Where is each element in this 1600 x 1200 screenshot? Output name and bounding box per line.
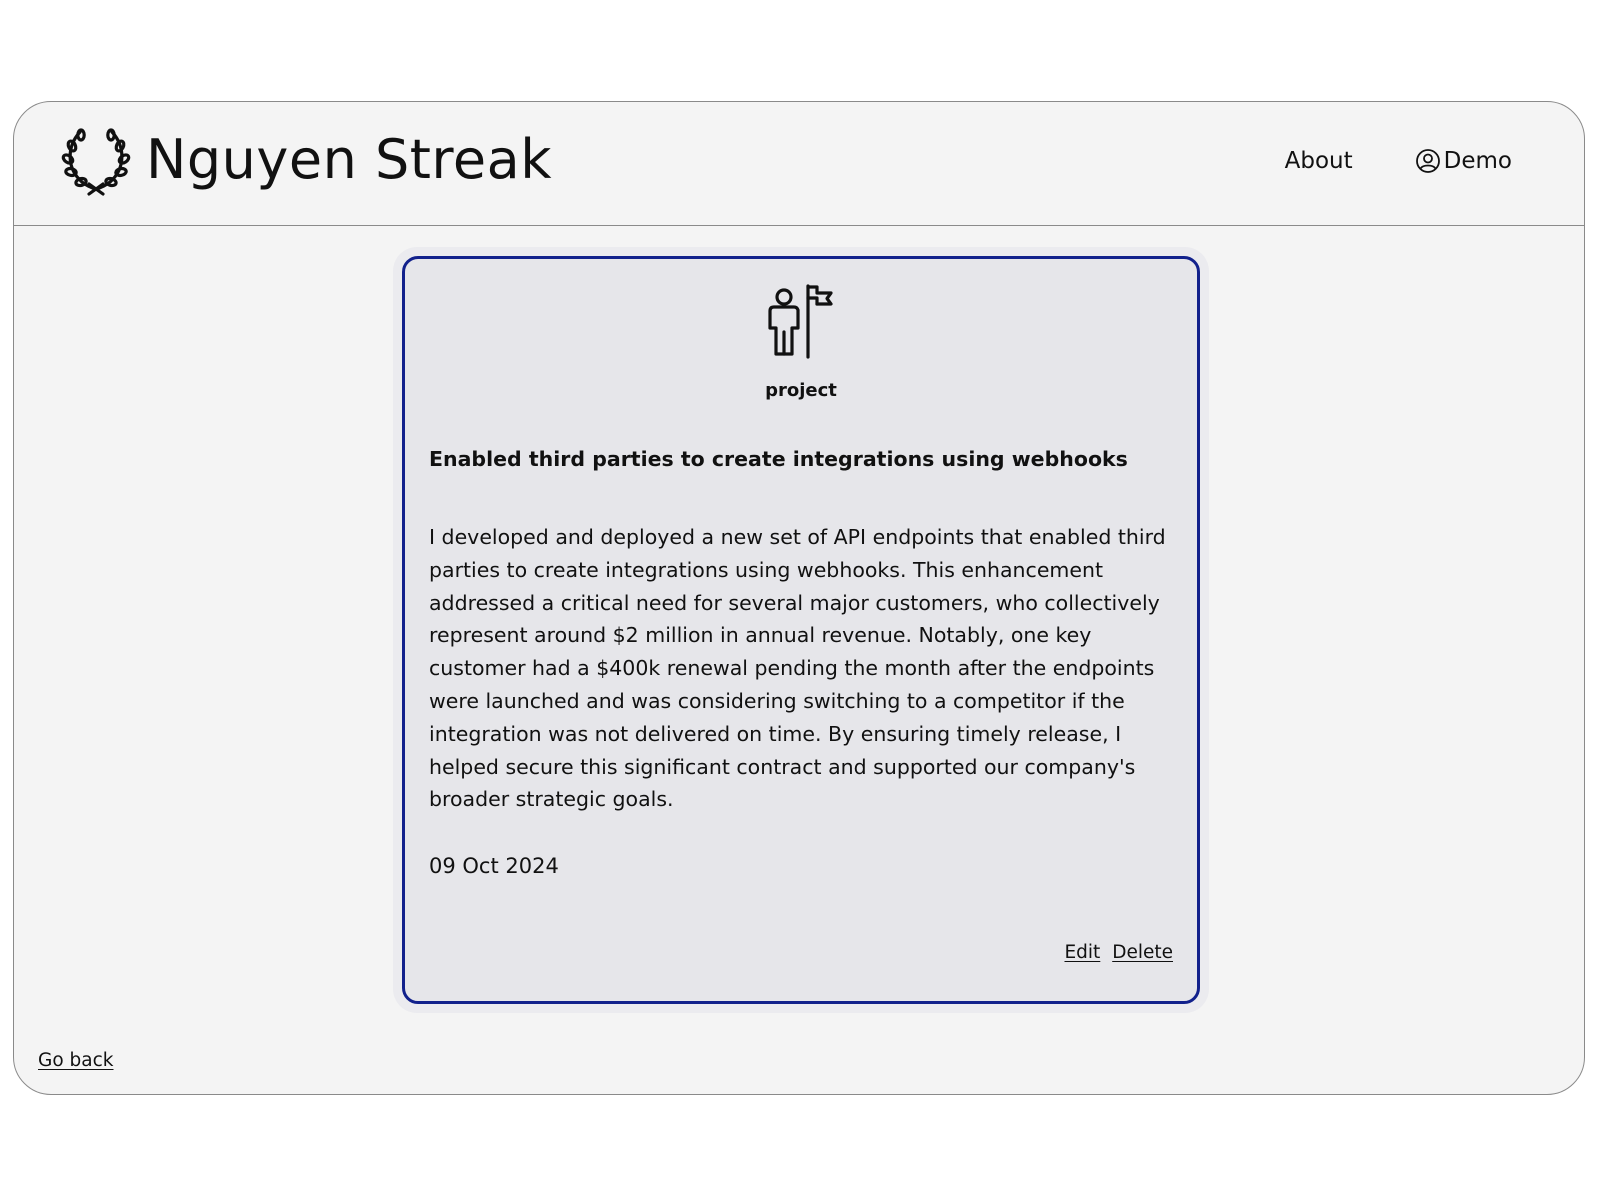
app-window: Nguyen Streak About Demo project Enabled… <box>13 101 1585 1095</box>
brand-title: Nguyen Streak <box>146 128 553 191</box>
card-title: Enabled third parties to create integrat… <box>429 447 1128 471</box>
person-with-flag-icon <box>768 284 833 359</box>
site-header: Nguyen Streak About Demo <box>14 102 1584 226</box>
card-date: 09 Oct 2024 <box>429 854 559 878</box>
brand[interactable]: Nguyen Streak <box>60 124 552 196</box>
edit-link[interactable]: Edit <box>1064 942 1100 963</box>
card-actions: Edit Delete <box>1064 942 1173 963</box>
nav-user-label: Demo <box>1443 148 1512 174</box>
achievement-card: project Enabled third parties to create … <box>402 256 1200 1004</box>
card-type-label: project <box>765 380 837 401</box>
nav-about-link[interactable]: About <box>1285 148 1353 174</box>
nav-user-link[interactable]: Demo <box>1415 148 1512 174</box>
top-nav: About Demo <box>1285 148 1512 174</box>
user-circle-icon <box>1415 149 1440 173</box>
delete-link[interactable]: Delete <box>1112 942 1173 963</box>
card-description: I developed and deployed a new set of AP… <box>429 525 1166 812</box>
laurel-wreath-icon <box>61 128 131 196</box>
achievement-card-wrapper: project Enabled third parties to create … <box>393 247 1209 1013</box>
go-back-link[interactable]: Go back <box>38 1050 114 1071</box>
